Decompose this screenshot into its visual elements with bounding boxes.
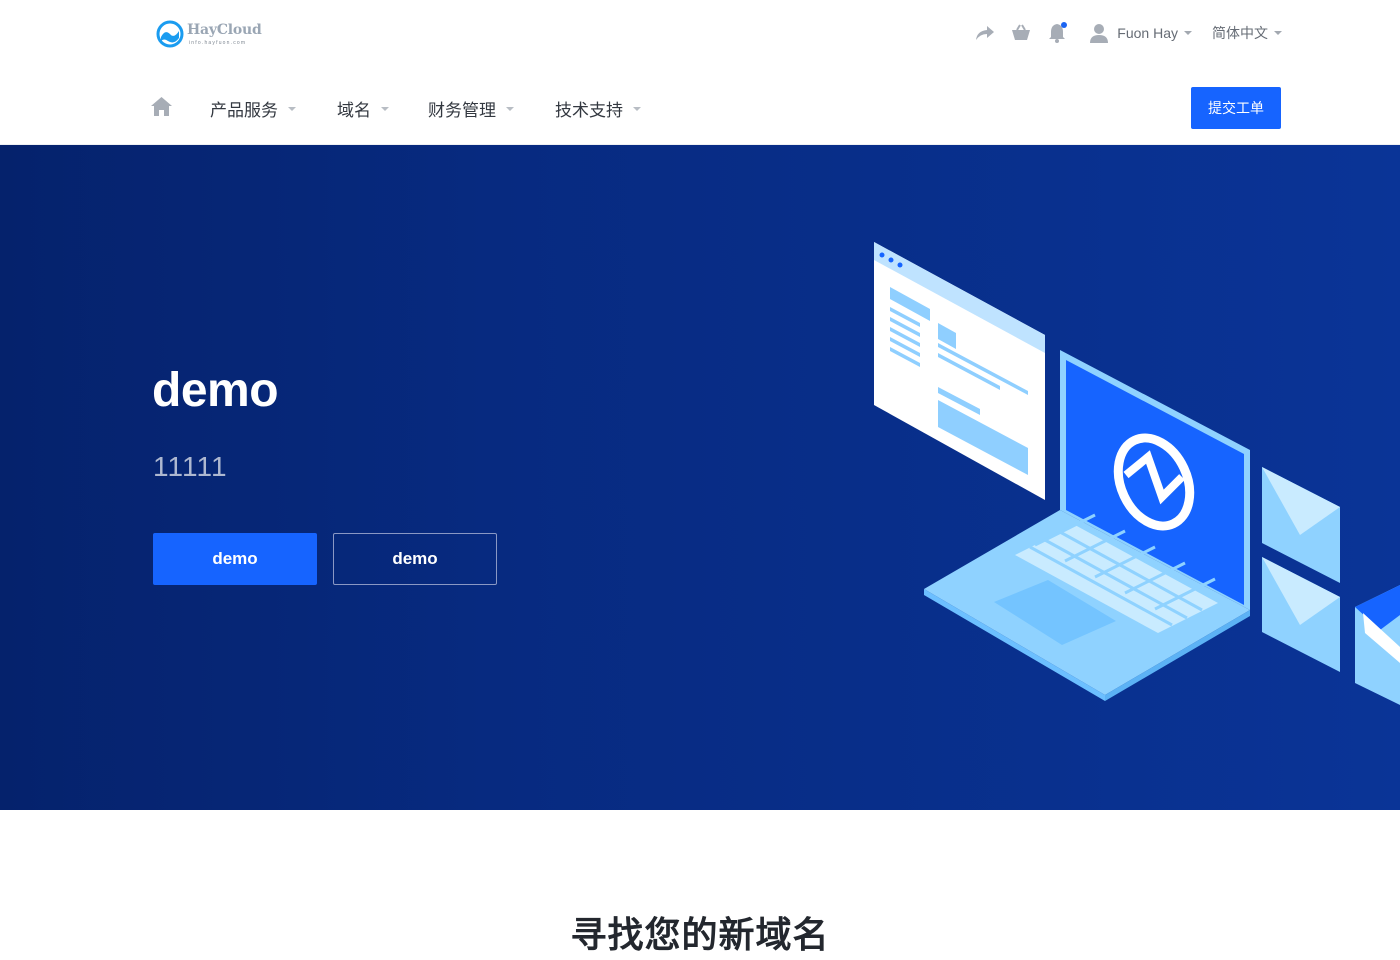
notification-dot bbox=[1061, 22, 1068, 28]
brand-logo[interactable]: HayCloud info.hayfuon.com bbox=[156, 20, 266, 50]
nav-item-label: 技术支持 bbox=[555, 101, 623, 120]
logo-icon bbox=[156, 20, 184, 48]
chevron-down-icon bbox=[288, 106, 296, 111]
nav-item-products[interactable]: 产品服务 bbox=[210, 96, 296, 121]
top-actions: Fuon Hay 简体中文 bbox=[960, 20, 1282, 46]
hero-title: demo bbox=[152, 364, 279, 417]
cart-icon[interactable] bbox=[1010, 22, 1032, 44]
nav-item-support[interactable]: 技术支持 bbox=[555, 96, 641, 121]
chevron-down-icon bbox=[381, 106, 389, 111]
share-icon[interactable] bbox=[974, 22, 996, 44]
home-icon[interactable] bbox=[151, 97, 172, 121]
hero-subtitle: 11111 bbox=[153, 451, 228, 482]
hero-primary-button[interactable]: demo bbox=[153, 533, 317, 585]
brand-name: HayCloud bbox=[187, 22, 262, 38]
nav-item-label: 域名 bbox=[337, 101, 371, 120]
hero-banner: demo 11111 demo demo bbox=[0, 145, 1400, 810]
section-title: 寻找您的新域名 bbox=[570, 915, 830, 956]
top-bar: HayCloud info.hayfuon.com Fuon Hay 简体中文 bbox=[0, 0, 1400, 66]
language-selector[interactable]: 简体中文 bbox=[1212, 23, 1282, 43]
user-icon bbox=[1090, 24, 1109, 43]
chevron-down-icon bbox=[1274, 31, 1282, 35]
hero-secondary-button[interactable]: demo bbox=[333, 533, 497, 585]
nav-item-label: 财务管理 bbox=[428, 101, 496, 120]
user-menu[interactable]: Fuon Hay bbox=[1090, 23, 1192, 43]
chevron-down-icon bbox=[506, 106, 514, 111]
language-label: 简体中文 bbox=[1212, 25, 1268, 41]
nav-item-domains[interactable]: 域名 bbox=[337, 96, 389, 121]
user-name: Fuon Hay bbox=[1117, 25, 1178, 41]
submit-ticket-button[interactable]: 提交工单 bbox=[1191, 87, 1281, 129]
chevron-down-icon bbox=[633, 106, 641, 111]
main-nav: 产品服务 域名 财务管理 技术支持 提交工单 bbox=[0, 66, 1400, 145]
bell-icon[interactable] bbox=[1046, 22, 1068, 44]
brand-tagline: info.hayfuon.com bbox=[189, 40, 247, 46]
nav-item-label: 产品服务 bbox=[210, 101, 278, 120]
chevron-down-icon bbox=[1184, 31, 1192, 35]
laptop-illustration bbox=[874, 242, 1400, 705]
nav-item-billing[interactable]: 财务管理 bbox=[428, 96, 514, 121]
